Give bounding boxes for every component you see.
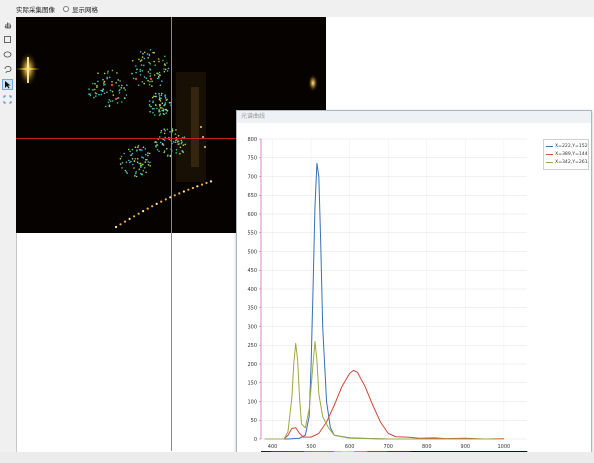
legend-item: X=389,Y=144 [546,150,588,158]
y-tick-label: 550 [247,231,257,237]
y-tick-label: 750 [247,156,257,162]
y-tick-label: 250 [247,343,257,349]
spectrum-plot: 0 50 100 150 200 250 300 350 400 450 500 550 600 650 7… [247,137,528,454]
show-grid-label: 显示网格 [72,5,98,14]
rectangle-tool-icon[interactable] [2,34,13,45]
y-tick-label: 800 [247,137,257,143]
ellipse-tool-icon[interactable] [2,49,13,60]
y-tick-label: 600 [247,212,257,218]
legend-label: X=222,Y=152 [555,143,588,149]
series-line-3 [264,341,504,440]
legend-item: X=342,Y=261 [546,158,588,166]
legend-label: X=389,Y=144 [555,151,588,157]
series-line-1 [264,162,504,440]
show-grid-checkbox[interactable] [63,5,69,12]
y-tick-label: 700 [247,174,257,180]
crosshair-vertical-line[interactable] [171,17,172,451]
x-tick-label: 700 [383,444,393,450]
app-window: 实际采集图像 显示网格 光谱曲线 0 50 100 150 200 250 30… [0,0,594,463]
crosshair-horizontal-line[interactable] [16,138,256,139]
spectrum-window[interactable]: 光谱曲线 0 50 100 150 200 250 300 350 400 450 500 550 60… [236,110,592,458]
tool-palette [2,19,15,109]
y-tick-label: 300 [247,324,257,330]
legend-item: X=222,Y=152 [546,142,588,150]
series-line-2 [264,369,504,440]
y-tick-label: 50 [251,418,257,424]
legend-swatch [546,145,553,147]
y-tick-label: 100 [247,399,257,405]
light-flare-right [308,74,318,92]
y-tick-label: 350 [247,306,257,312]
caption-bar: 实际采集图像 显示网格 [0,0,594,17]
spectrum-chart: 0 50 100 150 200 250 300 350 400 450 500 550 600 650 7… [237,123,591,457]
x-tick-label: 1000 [498,444,511,450]
x-tick-label: 800 [422,444,432,450]
hand-tool-icon[interactable] [2,19,13,30]
y-tick-label: 200 [247,362,257,368]
legend-swatch [546,161,553,163]
legend-swatch [546,153,553,155]
pointer-tool-icon[interactable] [2,79,13,90]
y-tick-label: 650 [247,193,257,199]
legend-label: X=342,Y=261 [555,159,588,165]
show-grid-toggle[interactable]: 显示网格 [63,4,98,14]
y-tick-label: 400 [247,287,257,293]
fit-view-icon[interactable] [2,94,13,105]
image-caption-label: 实际采集图像 [16,5,55,14]
y-tick-label: 150 [247,381,257,387]
status-strip [0,452,594,463]
y-tick-label: 500 [247,249,257,255]
lasso-tool-icon[interactable] [2,64,13,75]
x-tick-label: 500 [306,444,316,450]
x-tick-label: 900 [461,444,471,450]
x-tick-label: 600 [345,444,355,450]
y-tick-label: 450 [247,268,257,274]
light-trail [114,180,213,229]
chart-legend: X=222,Y=152 X=389,Y=144 X=342,Y=261 [543,139,589,170]
y-tick-label: 0 [254,437,257,443]
x-tick-label: 400 [268,444,278,450]
